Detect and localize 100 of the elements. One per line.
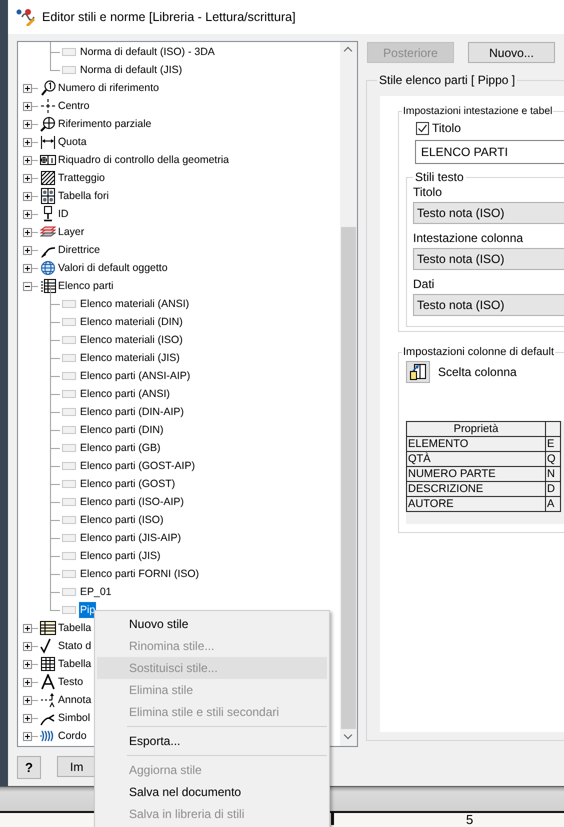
- tree-item[interactable]: ID: [57, 206, 70, 222]
- style-icon: [62, 354, 76, 362]
- tree-item[interactable]: Elenco parti (GB): [79, 440, 162, 456]
- button-label: Scelta colonna: [438, 365, 517, 379]
- tree-item[interactable]: Elenco parti FORNI (ISO): [79, 566, 200, 582]
- tree-item[interactable]: Elenco parti (DIN-AIP): [79, 404, 185, 420]
- style-icon: [62, 480, 76, 488]
- crosshair-circle-icon: [40, 116, 56, 132]
- tree-item[interactable]: Norma di default (ISO) - 3DA: [79, 44, 216, 60]
- column-header[interactable]: Proprietà: [406, 422, 546, 436]
- expander-icon[interactable]: [23, 210, 32, 218]
- expander-icon[interactable]: [23, 138, 32, 146]
- crosshair-icon: [40, 98, 56, 114]
- tree-item[interactable]: Elenco materiali (ANSI): [79, 296, 190, 312]
- letter-icon: [40, 674, 56, 690]
- tree-item[interactable]: Elenco parti (DIN): [79, 422, 164, 438]
- style-icon: [62, 516, 76, 524]
- menu-item[interactable]: Nuovo stile: [97, 613, 327, 635]
- tree-item[interactable]: Simbol: [57, 710, 92, 726]
- column-header[interactable]: [546, 422, 560, 436]
- frame-icon: [40, 152, 56, 168]
- tree-item[interactable]: Elenco materiali (DIN): [79, 314, 184, 330]
- tree-item[interactable]: Pip: [79, 602, 96, 618]
- expander-icon[interactable]: [23, 282, 32, 290]
- tree-item[interactable]: Tratteggio: [57, 170, 106, 186]
- expander-icon[interactable]: [23, 624, 32, 632]
- app-icon: [16, 8, 36, 26]
- tree-item[interactable]: Stato d: [57, 638, 92, 654]
- tree-item[interactable]: Annota: [57, 692, 92, 708]
- dropdown[interactable]: Testo nota (ISO): [413, 202, 564, 224]
- expander-icon[interactable]: [23, 102, 32, 110]
- expander-icon[interactable]: [23, 156, 32, 164]
- expander-icon[interactable]: [23, 660, 32, 668]
- tree-item[interactable]: Numero di riferimento: [57, 80, 160, 96]
- expander-icon[interactable]: [23, 732, 32, 740]
- style-icon: [62, 570, 76, 578]
- group-title: Stile elenco parti [ Pippo ]: [378, 73, 516, 87]
- help-button[interactable]: ?: [17, 756, 41, 779]
- tree-item[interactable]: Centro: [57, 98, 91, 114]
- tree-item[interactable]: Valori di default oggetto: [57, 260, 169, 276]
- style-icon: [62, 48, 76, 56]
- ruler-label: 5: [466, 813, 474, 827]
- group-title: Impostazioni colonne di default: [402, 346, 556, 358]
- text-field[interactable]: ELENCO PARTI: [415, 140, 564, 164]
- table-cell: QTÀ: [406, 452, 546, 466]
- expander-icon[interactable]: [23, 228, 32, 236]
- tree-item[interactable]: Norma di default (JIS): [79, 62, 184, 78]
- checkbox-label: Titolo: [432, 121, 461, 135]
- tree-item[interactable]: EP_01: [79, 584, 113, 600]
- tree-item[interactable]: Elenco materiali (ISO): [79, 332, 184, 348]
- tree-item[interactable]: Layer: [57, 224, 86, 240]
- tree-item[interactable]: Cordo: [57, 728, 88, 744]
- tree-item[interactable]: Quota: [57, 134, 88, 150]
- style-icon: [62, 498, 76, 506]
- tree-item[interactable]: Tabella: [57, 656, 92, 672]
- expander-icon[interactable]: [23, 714, 32, 722]
- expander-icon[interactable]: [23, 642, 32, 650]
- tree-item[interactable]: Elenco parti (JIS): [79, 548, 162, 564]
- tree-item[interactable]: Riferimento parziale: [57, 116, 152, 132]
- expander-icon[interactable]: [23, 174, 32, 182]
- checkbox[interactable]: [416, 122, 429, 134]
- toolbar-button[interactable]: Nuovo...: [468, 42, 555, 63]
- tree-item[interactable]: Tabella: [57, 620, 92, 636]
- tree-item[interactable]: Elenco materiali (JIS): [79, 350, 181, 366]
- menu-item[interactable]: Salva nel documento: [97, 781, 327, 803]
- tree-item[interactable]: Elenco parti (ANSI): [79, 386, 171, 402]
- dropdown[interactable]: Testo nota (ISO): [413, 248, 564, 270]
- field-label: Dati: [413, 276, 436, 293]
- tree-item[interactable]: Elenco parti: [57, 278, 114, 294]
- expander-icon[interactable]: [23, 84, 32, 92]
- tree-item[interactable]: Riquadro di controllo della geometria: [57, 152, 230, 168]
- dropdown[interactable]: Testo nota (ISO): [413, 294, 564, 316]
- menu-item[interactable]: Esporta...: [97, 730, 327, 752]
- tree-item[interactable]: Elenco parti (JIS-AIP): [79, 530, 182, 546]
- magnifier-icon: [40, 80, 56, 96]
- expander-icon[interactable]: [23, 192, 32, 200]
- tree-item[interactable]: Direttrice: [57, 242, 102, 258]
- table-cell: NUMERO PARTE: [406, 466, 546, 482]
- hole-grid-icon: [40, 188, 56, 204]
- scrollbar[interactable]: [340, 42, 357, 746]
- style-icon: [62, 66, 76, 74]
- tree-item[interactable]: Elenco parti (ISO): [79, 512, 164, 528]
- style-icon: [62, 462, 76, 470]
- column-chooser-button[interactable]: [406, 361, 430, 383]
- expander-icon[interactable]: [23, 696, 32, 704]
- style-icon: [62, 408, 76, 416]
- expander-icon[interactable]: [23, 264, 32, 272]
- tree-item[interactable]: Tabella fori: [57, 188, 110, 204]
- tree-item[interactable]: Elenco parti (ANSI-AIP): [79, 368, 192, 384]
- style-icon: [62, 372, 76, 380]
- expander-icon[interactable]: [23, 120, 32, 128]
- tree-item[interactable]: Elenco parti (ISO-AIP): [79, 494, 185, 510]
- style-icon: [62, 318, 76, 326]
- expander-icon[interactable]: [23, 246, 32, 254]
- tree-item[interactable]: Elenco parti (GOST-AIP): [79, 458, 196, 474]
- dimension-icon: [40, 134, 56, 150]
- tree-item[interactable]: Testo: [57, 674, 84, 690]
- expander-icon[interactable]: [23, 678, 32, 686]
- tree-item[interactable]: Elenco parti (GOST): [79, 476, 176, 492]
- wave-icon: [40, 728, 56, 744]
